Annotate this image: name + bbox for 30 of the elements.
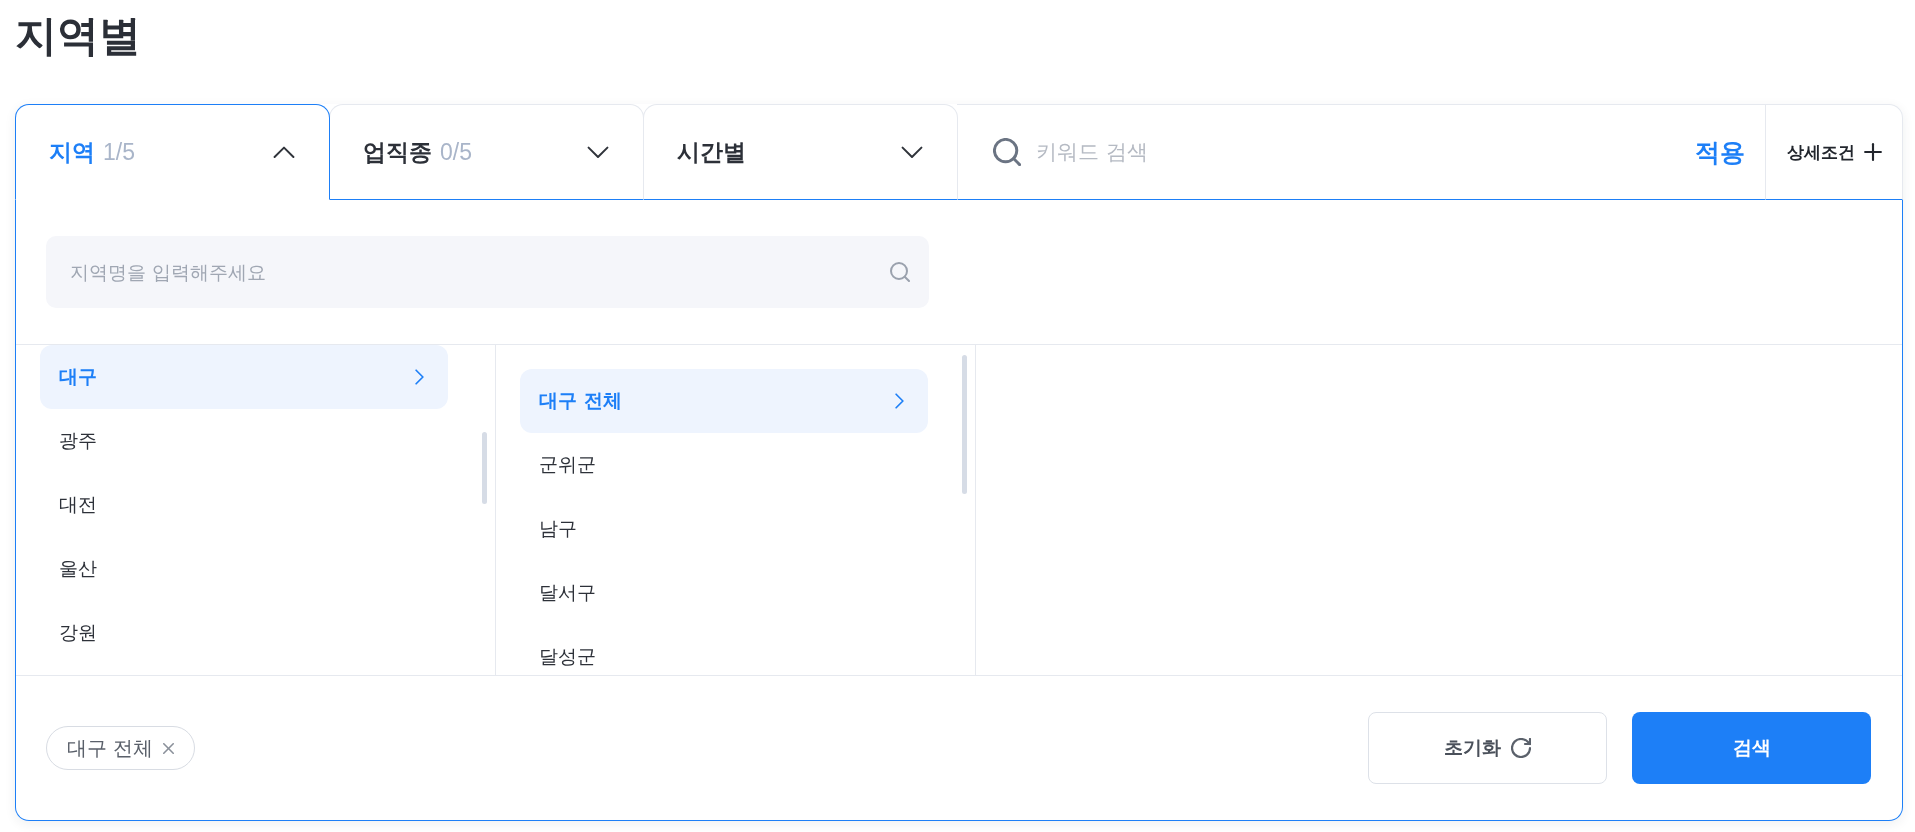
search-icon	[890, 262, 910, 282]
filter-tab[interactable]: 지역 1/5	[15, 104, 330, 200]
chevron-right-icon	[415, 369, 424, 385]
region-list-item[interactable]: 광주	[40, 409, 448, 473]
scrollbar-thumb[interactable]	[962, 355, 967, 494]
scrollbar-thumb[interactable]	[482, 432, 487, 504]
chevron-right-icon	[895, 393, 904, 409]
region-list-item[interactable]: 대구	[40, 345, 448, 409]
plus-icon	[1863, 143, 1882, 161]
reset-button[interactable]: 초기화	[1368, 712, 1607, 784]
apply-button[interactable]: 적용	[1695, 135, 1745, 169]
region-list-item[interactable]: 울산	[40, 537, 448, 601]
keyword-search-field[interactable]: 키워드 검색	[1036, 132, 1695, 172]
region-list-item[interactable]: 달서구	[520, 561, 928, 625]
refresh-icon	[1511, 738, 1531, 758]
filter-tab[interactable]: 시간별	[643, 104, 958, 200]
page-title: 지역별	[15, 11, 142, 61]
search-button[interactable]: 검색	[1632, 712, 1871, 784]
close-icon	[163, 742, 175, 754]
search-icon	[993, 138, 1021, 166]
detail-conditions-button[interactable]: 상세조건	[1786, 140, 1882, 164]
region-search-field[interactable]: 지역명을 입력해주세요	[46, 236, 929, 308]
region-list-item[interactable]: 대전	[40, 473, 448, 537]
selected-region-chip[interactable]: 대구 전체	[46, 726, 196, 770]
region-list-item[interactable]: 달성군	[520, 625, 928, 675]
region-list-item[interactable]: 군위군	[520, 433, 928, 497]
region-list-item[interactable]: 강원	[40, 601, 448, 665]
region-list-item[interactable]: 대구 전체	[520, 369, 928, 433]
region-list-item[interactable]: 남구	[520, 497, 928, 561]
filter-tab[interactable]: 업직종 0/5	[329, 104, 644, 200]
